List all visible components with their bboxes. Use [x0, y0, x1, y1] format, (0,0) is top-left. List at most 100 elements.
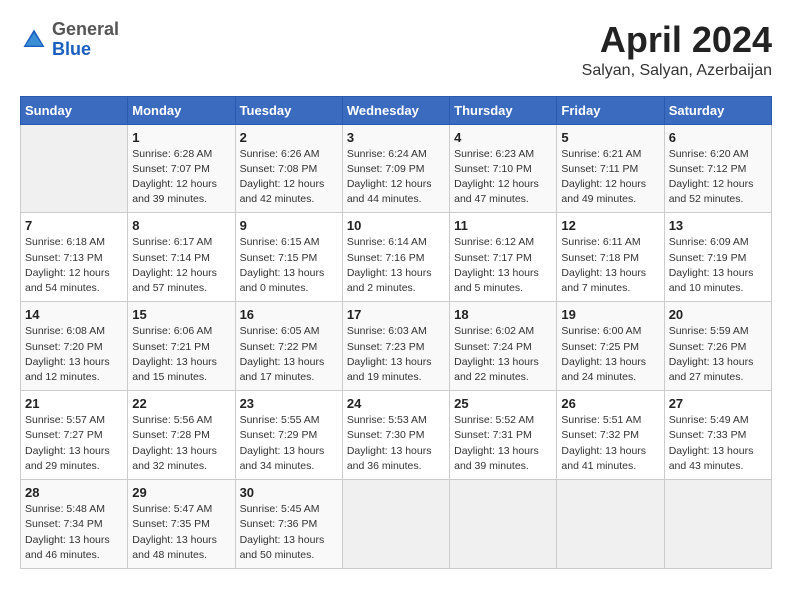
calendar-cell: 27Sunrise: 5:49 AMSunset: 7:33 PMDayligh… — [664, 391, 771, 480]
calendar-cell: 5 Sunrise: 6:21 AMSunset: 7:11 PMDaylight… — [557, 124, 664, 213]
day-info: Sunrise: 5:45 AMSunset: 7:36 PMDaylight:… — [240, 502, 338, 563]
logo-blue: Blue — [52, 39, 91, 59]
day-number: 17 — [347, 307, 445, 322]
calendar-cell: 14Sunrise: 6:08 AMSunset: 7:20 PMDayligh… — [21, 302, 128, 391]
calendar-cell: 19Sunrise: 6:00 AMSunset: 7:25 PMDayligh… — [557, 302, 664, 391]
calendar-cell: 16 Sunrise: 6:05 AMSunset: 7:22 PMDayligh… — [235, 302, 342, 391]
calendar-cell — [21, 124, 128, 213]
calendar-cell: 9 Sunrise: 6:15 AMSunset: 7:15 PMDaylight… — [235, 213, 342, 302]
day-number: 8 — [132, 218, 230, 233]
day-info: Sunrise: 5:59 AMSunset: 7:26 PMDaylight:… — [669, 324, 767, 385]
day-number: 22 — [132, 396, 230, 411]
day-number: 15 — [132, 307, 230, 322]
calendar-cell: 26 Sunrise: 5:51 AMSunset: 7:32 PMDayligh… — [557, 391, 664, 480]
day-info: Sunrise: 6:20 AMSunset: 7:12 PMDaylight:… — [669, 147, 767, 208]
week-row-2: 7 Sunrise: 6:18 AMSunset: 7:13 PMDaylight… — [21, 213, 772, 302]
day-number: 5 — [561, 130, 659, 145]
calendar-cell: 11 Sunrise: 6:12 AMSunset: 7:17 PMDayligh… — [450, 213, 557, 302]
day-info: Sunrise: 6:12 AMSunset: 7:17 PMDaylight:… — [454, 235, 552, 296]
day-number: 18 — [454, 307, 552, 322]
day-number: 4 — [454, 130, 552, 145]
day-info: Sunrise: 6:14 AMSunset: 7:16 PMDaylight:… — [347, 235, 445, 296]
day-number: 25 — [454, 396, 552, 411]
calendar-cell: 17 Sunrise: 6:03 AMSunset: 7:23 PMDayligh… — [342, 302, 449, 391]
calendar-cell: 6 Sunrise: 6:20 AMSunset: 7:12 PMDaylight… — [664, 124, 771, 213]
day-info: Sunrise: 5:49 AMSunset: 7:33 PMDaylight:… — [669, 413, 767, 474]
day-number: 7 — [25, 218, 123, 233]
day-info: Sunrise: 6:26 AMSunset: 7:08 PMDaylight:… — [240, 147, 338, 208]
day-info: Sunrise: 6:28 AMSunset: 7:07 PMDaylight:… — [132, 147, 230, 208]
day-number: 16 — [240, 307, 338, 322]
day-number: 11 — [454, 218, 552, 233]
week-row-5: 28Sunrise: 5:48 AMSunset: 7:34 PMDayligh… — [21, 480, 772, 569]
calendar-table: SundayMondayTuesdayWednesdayThursdayFrid… — [20, 96, 772, 569]
day-number: 24 — [347, 396, 445, 411]
calendar-cell: 25 Sunrise: 5:52 AMSunset: 7:31 PMDayligh… — [450, 391, 557, 480]
day-number: 2 — [240, 130, 338, 145]
weekday-header-monday: Monday — [128, 96, 235, 124]
calendar-cell: 4 Sunrise: 6:23 AMSunset: 7:10 PMDaylight… — [450, 124, 557, 213]
calendar-cell — [342, 480, 449, 569]
day-info: Sunrise: 5:57 AMSunset: 7:27 PMDaylight:… — [25, 413, 123, 474]
day-info: Sunrise: 5:56 AMSunset: 7:28 PMDaylight:… — [132, 413, 230, 474]
weekday-header-row: SundayMondayTuesdayWednesdayThursdayFrid… — [21, 96, 772, 124]
day-info: Sunrise: 6:11 AMSunset: 7:18 PMDaylight:… — [561, 235, 659, 296]
day-info: Sunrise: 6:21 AMSunset: 7:11 PMDaylight:… — [561, 147, 659, 208]
day-info: Sunrise: 6:09 AMSunset: 7:19 PMDaylight:… — [669, 235, 767, 296]
day-info: Sunrise: 6:08 AMSunset: 7:20 PMDaylight:… — [25, 324, 123, 385]
day-info: Sunrise: 6:17 AMSunset: 7:14 PMDaylight:… — [132, 235, 230, 296]
title-block: April 2024 Salyan, Salyan, Azerbaijan — [582, 20, 772, 80]
day-info: Sunrise: 5:52 AMSunset: 7:31 PMDaylight:… — [454, 413, 552, 474]
day-number: 19 — [561, 307, 659, 322]
day-info: Sunrise: 5:55 AMSunset: 7:29 PMDaylight:… — [240, 413, 338, 474]
day-info: Sunrise: 6:18 AMSunset: 7:13 PMDaylight:… — [25, 235, 123, 296]
calendar-cell: 21 Sunrise: 5:57 AMSunset: 7:27 PMDayligh… — [21, 391, 128, 480]
calendar-cell — [450, 480, 557, 569]
calendar-cell: 13 Sunrise: 6:09 AMSunset: 7:19 PMDayligh… — [664, 213, 771, 302]
calendar-cell: 24Sunrise: 5:53 AMSunset: 7:30 PMDayligh… — [342, 391, 449, 480]
day-number: 29 — [132, 485, 230, 500]
calendar-cell: 15Sunrise: 6:06 AMSunset: 7:21 PMDayligh… — [128, 302, 235, 391]
weekday-header-friday: Friday — [557, 96, 664, 124]
week-row-3: 14Sunrise: 6:08 AMSunset: 7:20 PMDayligh… — [21, 302, 772, 391]
day-number: 21 — [25, 396, 123, 411]
calendar-cell: 1Sunrise: 6:28 AMSunset: 7:07 PMDaylight… — [128, 124, 235, 213]
weekday-header-wednesday: Wednesday — [342, 96, 449, 124]
day-info: Sunrise: 6:05 AMSunset: 7:22 PMDaylight:… — [240, 324, 338, 385]
calendar-cell: 28Sunrise: 5:48 AMSunset: 7:34 PMDayligh… — [21, 480, 128, 569]
day-number: 10 — [347, 218, 445, 233]
calendar-cell: 20 Sunrise: 5:59 AMSunset: 7:26 PMDayligh… — [664, 302, 771, 391]
day-number: 6 — [669, 130, 767, 145]
calendar-cell: 23 Sunrise: 5:55 AMSunset: 7:29 PMDayligh… — [235, 391, 342, 480]
calendar-cell — [664, 480, 771, 569]
day-number: 3 — [347, 130, 445, 145]
logo: General Blue — [20, 20, 119, 60]
weekday-header-thursday: Thursday — [450, 96, 557, 124]
day-number: 13 — [669, 218, 767, 233]
logo-icon — [20, 26, 48, 54]
calendar-cell: 29 Sunrise: 5:47 AMSunset: 7:35 PMDayligh… — [128, 480, 235, 569]
day-info: Sunrise: 6:23 AMSunset: 7:10 PMDaylight:… — [454, 147, 552, 208]
calendar-cell: 2 Sunrise: 6:26 AMSunset: 7:08 PMDaylight… — [235, 124, 342, 213]
weekday-header-sunday: Sunday — [21, 96, 128, 124]
day-number: 12 — [561, 218, 659, 233]
calendar-cell: 30Sunrise: 5:45 AMSunset: 7:36 PMDayligh… — [235, 480, 342, 569]
day-number: 23 — [240, 396, 338, 411]
weekday-header-tuesday: Tuesday — [235, 96, 342, 124]
day-info: Sunrise: 6:02 AMSunset: 7:24 PMDaylight:… — [454, 324, 552, 385]
day-info: Sunrise: 6:15 AMSunset: 7:15 PMDaylight:… — [240, 235, 338, 296]
day-info: Sunrise: 5:51 AMSunset: 7:32 PMDaylight:… — [561, 413, 659, 474]
calendar-cell: 8 Sunrise: 6:17 AMSunset: 7:14 PMDaylight… — [128, 213, 235, 302]
day-info: Sunrise: 6:03 AMSunset: 7:23 PMDaylight:… — [347, 324, 445, 385]
day-number: 26 — [561, 396, 659, 411]
day-info: Sunrise: 5:47 AMSunset: 7:35 PMDaylight:… — [132, 502, 230, 563]
day-info: Sunrise: 5:48 AMSunset: 7:34 PMDaylight:… — [25, 502, 123, 563]
week-row-4: 21 Sunrise: 5:57 AMSunset: 7:27 PMDayligh… — [21, 391, 772, 480]
calendar-cell: 3 Sunrise: 6:24 AMSunset: 7:09 PMDaylight… — [342, 124, 449, 213]
day-info: Sunrise: 6:24 AMSunset: 7:09 PMDaylight:… — [347, 147, 445, 208]
page-header: General Blue April 2024 Salyan, Salyan, … — [20, 20, 772, 80]
day-number: 20 — [669, 307, 767, 322]
week-row-1: 1Sunrise: 6:28 AMSunset: 7:07 PMDaylight… — [21, 124, 772, 213]
calendar-cell: 10 Sunrise: 6:14 AMSunset: 7:16 PMDayligh… — [342, 213, 449, 302]
day-number: 9 — [240, 218, 338, 233]
